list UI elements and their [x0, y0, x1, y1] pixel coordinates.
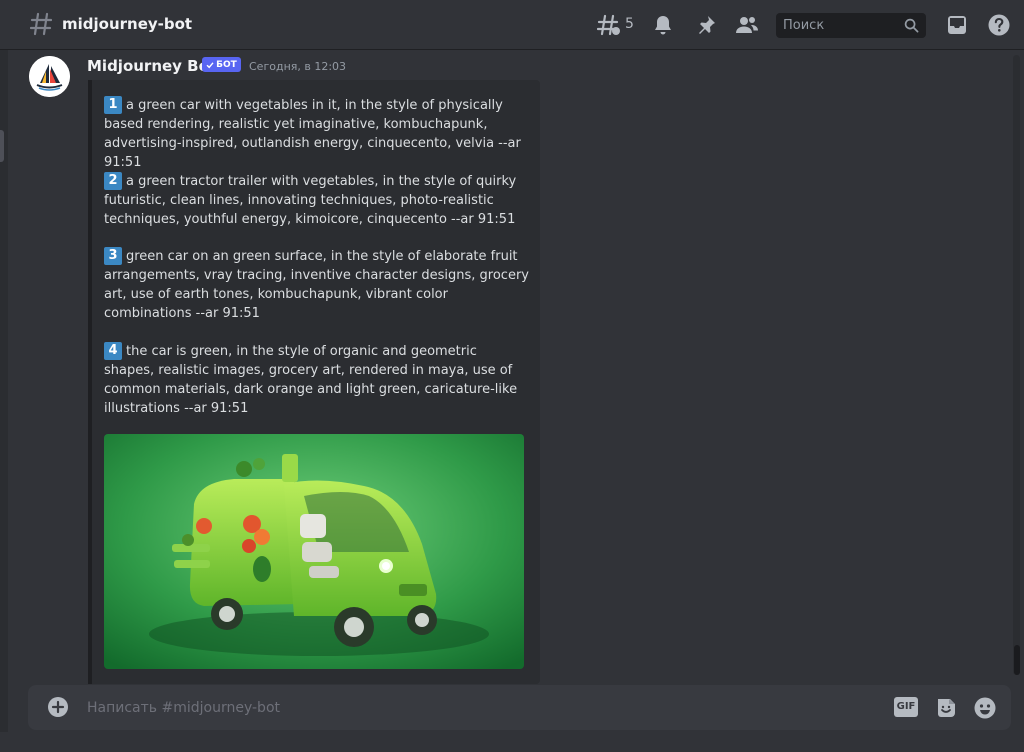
- message-composer: GIF: [28, 685, 1011, 730]
- server-indicator: [0, 130, 4, 162]
- search-input[interactable]: [776, 13, 901, 38]
- prompt-number-badge: 4: [104, 342, 122, 360]
- prompt-text: the car is green, in the style of organi…: [104, 344, 518, 416]
- search-icon: [904, 18, 919, 33]
- help-icon[interactable]: [987, 13, 1011, 37]
- prompt-text: green car on an green surface, in the st…: [104, 249, 529, 321]
- channel-title: midjourney-bot: [62, 15, 193, 33]
- sailboat-icon: [29, 56, 70, 97]
- members-icon[interactable]: [735, 13, 759, 37]
- prompt-item: 4 the car is green, in the style of organ…: [104, 342, 530, 418]
- prompt-item: 1a green car with vegetables in it, in t…: [104, 96, 530, 172]
- message-input[interactable]: [84, 685, 864, 730]
- pin-icon[interactable]: [694, 13, 718, 37]
- prompt-number-badge: 2: [104, 172, 122, 190]
- add-attachment-icon[interactable]: [47, 696, 69, 718]
- channel-header: midjourney-bot 5: [0, 0, 1024, 50]
- bot-badge-label: БОТ: [216, 59, 237, 70]
- threads-count: 5: [625, 16, 634, 32]
- scrollbar-thumb[interactable]: [1014, 645, 1020, 675]
- message-timestamp: Сегодня, в 12:03: [249, 60, 347, 73]
- check-icon: [206, 61, 214, 68]
- bot-avatar[interactable]: [29, 56, 70, 97]
- prompt-item: 3 green car on an green surface, in the s…: [104, 247, 530, 323]
- prompt-text: a green car with vegetables in it, in th…: [104, 98, 521, 170]
- sticker-icon[interactable]: [934, 696, 958, 720]
- scrollbar-track[interactable]: [1013, 55, 1020, 675]
- message-author[interactable]: Midjourney Bot: [87, 57, 216, 75]
- channel-hash-icon: [30, 12, 52, 36]
- search-box[interactable]: [776, 13, 926, 38]
- emoji-icon[interactable]: [973, 696, 997, 720]
- prompt-number-badge: 3: [104, 247, 122, 265]
- prompt-text: a green tractor trailer with vegetables,…: [104, 174, 517, 227]
- prompt-item: 2a green tractor trailer with vegetables…: [104, 172, 530, 229]
- bell-icon[interactable]: [651, 13, 675, 37]
- bot-badge: БОТ: [202, 57, 241, 72]
- prompt-number-badge: 1: [104, 96, 122, 114]
- inbox-icon[interactable]: [945, 13, 969, 37]
- green-car-illustration: [104, 434, 524, 669]
- bottom-spacer: [0, 732, 1024, 752]
- threads-icon[interactable]: [597, 13, 621, 37]
- gif-button[interactable]: GIF: [894, 697, 918, 717]
- generated-image[interactable]: [104, 434, 524, 669]
